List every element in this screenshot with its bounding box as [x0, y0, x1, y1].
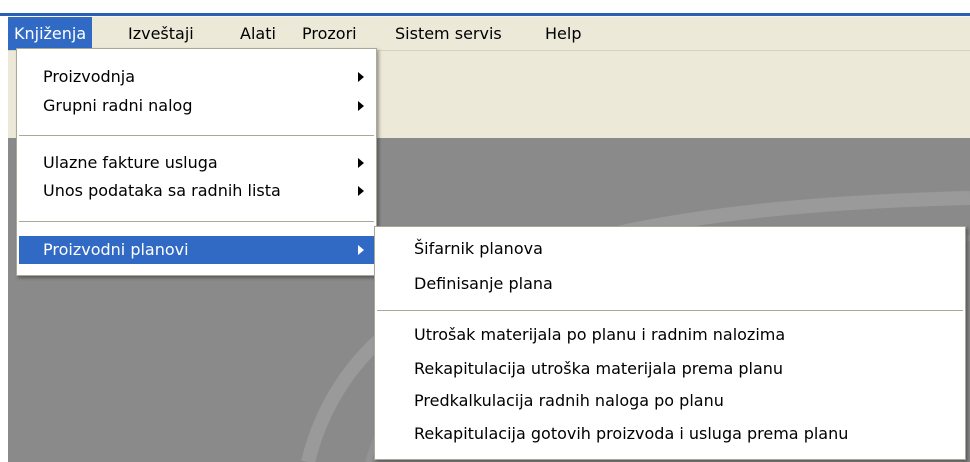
knjizenja-dropdown-menu: Proizvodnja Grupni radni nalog Ulazne fa…	[16, 48, 377, 276]
submenu-arrow-icon	[358, 72, 364, 82]
menu-izvestaji[interactable]: Izveštaji	[122, 17, 200, 51]
submenu-item-definisanje-plana[interactable]: Definisanje plana	[377, 270, 963, 298]
submenu-item-sifarnik-planova[interactable]: Šifarnik planova	[377, 235, 963, 263]
proizvodni-planovi-submenu: Šifarnik planova Definisanje plana Utroš…	[374, 226, 966, 460]
menu-item-label: Ulazne fakture usluga	[43, 153, 218, 172]
menu-knjizenja[interactable]: Knjiženja	[8, 17, 93, 51]
menu-separator	[377, 310, 963, 312]
menu-item-label: Proizvodni planovi	[43, 240, 189, 259]
menu-help[interactable]: Help	[539, 17, 587, 51]
submenu-item-utrosak-materijala[interactable]: Utrošak materijala po planu i radnim nal…	[377, 321, 963, 349]
submenu-item-rekapitulacija-utroska[interactable]: Rekapitulacija utroška materijala prema …	[377, 355, 963, 383]
submenu-arrow-icon	[358, 101, 364, 111]
submenu-arrow-icon	[358, 245, 364, 255]
window-title-strip	[0, 0, 970, 16]
submenu-arrow-icon	[358, 158, 364, 168]
menu-item-proizvodni-planovi[interactable]: Proizvodni planovi	[19, 236, 374, 264]
submenu-arrow-icon	[358, 186, 364, 196]
menu-item-proizvodnja[interactable]: Proizvodnja	[19, 63, 374, 91]
menu-item-unos-podataka[interactable]: Unos podataka sa radnih lista	[19, 177, 374, 205]
submenu-item-predkalkulacija[interactable]: Predkalkulacija radnih naloga po planu	[377, 387, 963, 415]
menu-alati[interactable]: Alati	[234, 17, 282, 51]
menu-item-grupni-radni-nalog[interactable]: Grupni radni nalog	[19, 92, 374, 120]
menu-item-label: Unos podataka sa radnih lista	[43, 181, 281, 200]
menu-prozori[interactable]: Prozori	[296, 17, 363, 51]
menu-separator	[19, 221, 374, 223]
menu-item-label: Grupni radni nalog	[43, 96, 193, 115]
menu-item-label: Proizvodnja	[43, 67, 136, 86]
menu-bar: Knjiženja Izveštaji Alati Prozori Sistem…	[8, 16, 970, 51]
menu-separator	[19, 135, 374, 137]
menu-sistem-servis[interactable]: Sistem servis	[389, 17, 508, 51]
submenu-item-rekapitulacija-gotovih[interactable]: Rekapitulacija gotovih proizvoda i uslug…	[377, 420, 963, 448]
menu-item-ulazne-fakture-usluga[interactable]: Ulazne fakture usluga	[19, 149, 374, 177]
